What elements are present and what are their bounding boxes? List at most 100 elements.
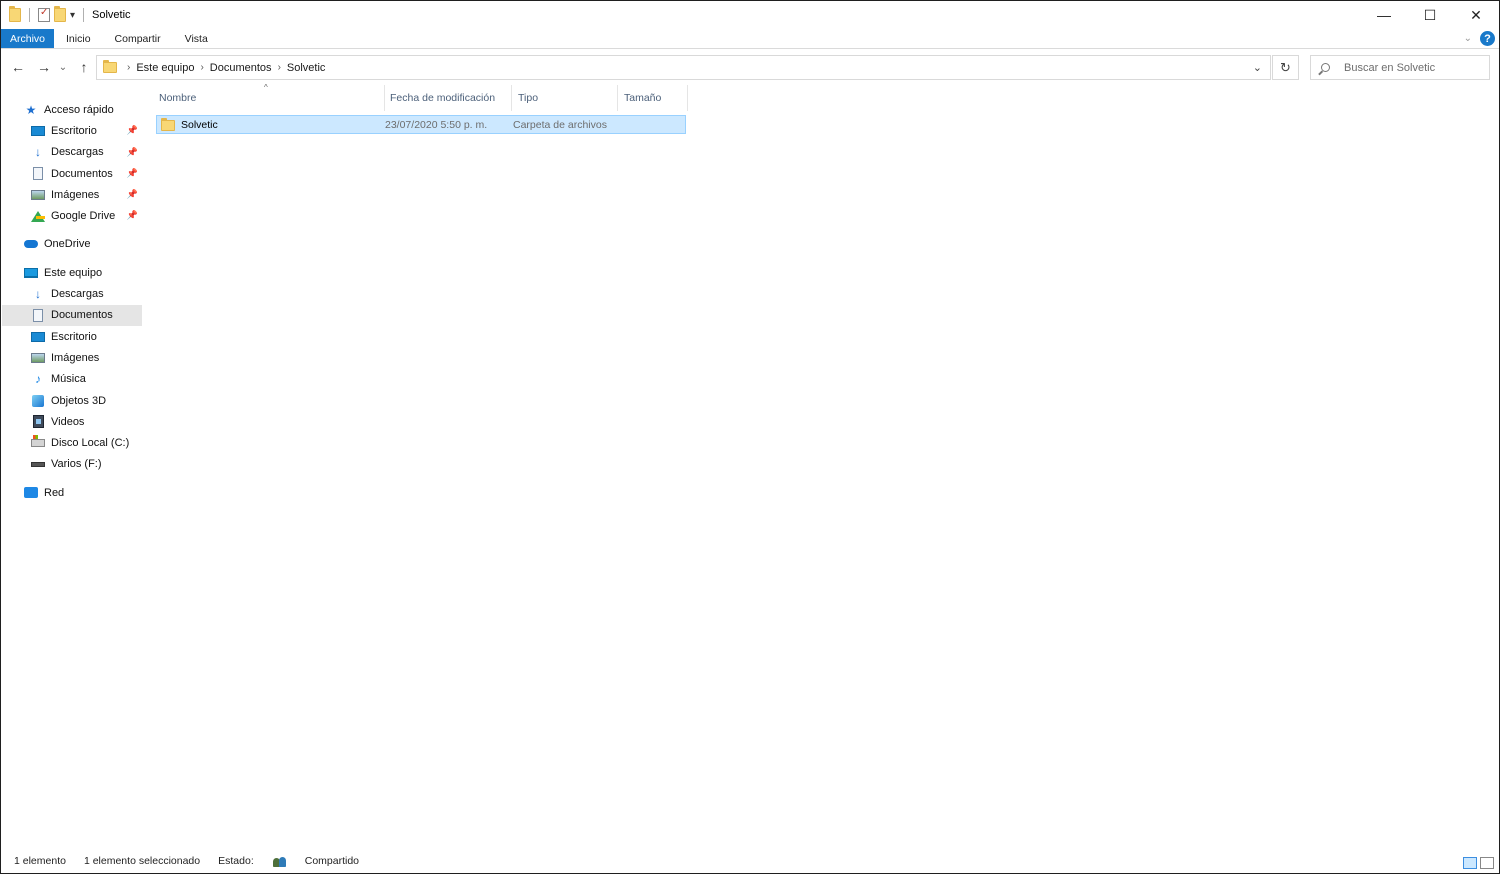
help-icon[interactable]: ? xyxy=(1480,31,1495,46)
pin-icon[interactable]: 📌 xyxy=(127,210,138,221)
recent-locations-button[interactable]: ⌄ xyxy=(56,57,70,77)
new-folder-icon[interactable] xyxy=(54,6,66,22)
pin-icon[interactable]: 📌 xyxy=(127,125,138,136)
quick-access-toolbar: ▾ xyxy=(1,6,88,22)
desktop-icon xyxy=(30,124,46,138)
pictures-icon xyxy=(30,188,46,202)
sidebar-item-acceso-rapido[interactable]: ★ Acceso rápido xyxy=(2,99,142,120)
breadcrumb-separator[interactable]: › xyxy=(278,62,281,73)
sidebar-item-label: Escritorio xyxy=(51,330,97,343)
state-value: Compartido xyxy=(304,855,360,867)
folder-icon xyxy=(103,60,117,73)
properties-icon[interactable] xyxy=(38,7,50,22)
maximize-button[interactable]: ☐ xyxy=(1407,1,1453,29)
sidebar-item-documentos-pc[interactable]: Documentos xyxy=(2,304,142,326)
music-icon: ♪ xyxy=(35,372,41,387)
sidebar-item-label: Documentos xyxy=(51,309,113,322)
downloads-icon: ↓ xyxy=(35,145,41,160)
pin-icon[interactable]: 📌 xyxy=(127,189,138,200)
sidebar-item-musica[interactable]: ♪ Música xyxy=(2,369,142,390)
google-drive-icon xyxy=(30,209,46,223)
sidebar-item-onedrive[interactable]: OneDrive xyxy=(2,234,142,255)
breadcrumb-separator[interactable]: › xyxy=(200,62,203,73)
pin-icon[interactable]: 📌 xyxy=(127,147,138,158)
state-label: Estado: xyxy=(218,855,254,867)
sidebar-item-imagenes-pc[interactable]: Imágenes xyxy=(2,347,142,368)
sidebar-item-label: Imágenes xyxy=(51,351,100,364)
window-title: Solvetic xyxy=(92,9,131,21)
shared-users-icon xyxy=(272,856,287,867)
ribbon-right-controls: ⌄ ? xyxy=(1464,31,1495,46)
title-bar: ▾ Solvetic — ☐ ✕ xyxy=(1,1,1499,29)
sidebar-item-descargas-pc[interactable]: ↓ Descargas xyxy=(2,283,142,304)
breadcrumb-este-equipo[interactable]: Este equipo xyxy=(136,62,194,74)
minimize-button[interactable]: — xyxy=(1361,1,1407,29)
drive-icon xyxy=(30,457,46,471)
sidebar-item-label: Videos xyxy=(51,415,85,428)
sidebar-item-red[interactable]: Red xyxy=(2,482,142,503)
tab-vista[interactable]: Vista xyxy=(173,29,220,48)
computer-icon xyxy=(23,266,39,280)
sidebar-item-objetos-3d[interactable]: Objetos 3D xyxy=(2,390,142,411)
close-button[interactable]: ✕ xyxy=(1453,1,1499,29)
column-header-fecha[interactable]: Fecha de modificación xyxy=(384,85,512,111)
column-header-nombre[interactable]: Nombre xyxy=(153,85,385,111)
expand-ribbon-icon[interactable]: ⌄ xyxy=(1464,33,1472,44)
sidebar-item-documentos[interactable]: Documentos 📌 xyxy=(2,163,142,184)
sidebar-item-label: Red xyxy=(44,486,65,499)
column-header-tamano[interactable]: Tamaño xyxy=(618,85,688,111)
search-icon xyxy=(1321,63,1330,72)
videos-icon xyxy=(30,415,46,429)
details-view-button[interactable] xyxy=(1463,857,1477,869)
sidebar-item-disco-local-c[interactable]: Disco Local (C:) xyxy=(2,432,142,453)
view-switcher xyxy=(1463,857,1494,869)
breadcrumb-documentos[interactable]: Documentos xyxy=(210,62,272,74)
breadcrumb-solvetic[interactable]: Solvetic xyxy=(287,62,326,74)
forward-button[interactable]: → xyxy=(34,57,54,77)
ribbon-tabs: Archivo Inicio Compartir Vista ⌄ ? xyxy=(1,29,1499,49)
search-placeholder[interactable]: Buscar en Solvetic xyxy=(1344,62,1435,74)
item-count: 1 elemento xyxy=(14,855,66,867)
sidebar-item-google-drive[interactable]: Google Drive 📌 xyxy=(2,205,142,226)
breadcrumb-separator[interactable]: › xyxy=(127,62,130,73)
tab-archivo[interactable]: Archivo xyxy=(1,29,55,48)
column-header-tipo[interactable]: Tipo xyxy=(512,85,618,111)
file-row-solvetic[interactable]: Solvetic 23/07/2020 5:50 p. m. Carpeta d… xyxy=(156,115,686,134)
tab-compartir[interactable]: Compartir xyxy=(103,29,173,48)
file-explorer-window: ▾ Solvetic — ☐ ✕ Archivo Inicio Comparti… xyxy=(0,0,1500,874)
search-box[interactable]: Buscar en Solvetic xyxy=(1310,55,1490,80)
sidebar-item-label: OneDrive xyxy=(44,238,91,251)
sidebar-item-videos[interactable]: Videos xyxy=(2,411,142,432)
up-button[interactable]: ↑ xyxy=(74,57,94,77)
sidebar-item-label: Música xyxy=(51,373,86,386)
sidebar-item-label: Escritorio xyxy=(51,124,97,137)
sharing-state: Estado: Compartido xyxy=(218,855,377,867)
customize-toolbar-dropdown[interactable]: ▾ xyxy=(70,10,75,21)
star-icon: ★ xyxy=(25,102,37,117)
column-headers: ^ Nombre Fecha de modificación Tipo Tama… xyxy=(151,83,1491,111)
sidebar-item-label: Documentos xyxy=(51,167,113,180)
cloud-icon xyxy=(23,237,39,251)
sidebar-item-imagenes[interactable]: Imágenes 📌 xyxy=(2,184,142,205)
back-button[interactable]: ← xyxy=(8,57,28,77)
address-bar[interactable]: › Este equipo › Documentos › Solvetic ⌄ xyxy=(96,55,1271,80)
sidebar-item-este-equipo[interactable]: Este equipo xyxy=(2,262,142,283)
large-icons-view-button[interactable] xyxy=(1480,857,1494,869)
sidebar-item-varios-f[interactable]: Varios (F:) xyxy=(2,454,142,475)
sidebar-item-label: Descargas xyxy=(51,288,104,301)
address-dropdown-icon[interactable]: ⌄ xyxy=(1253,61,1262,74)
refresh-button[interactable]: ↻ xyxy=(1272,55,1299,80)
sidebar-item-descargas[interactable]: ↓ Descargas 📌 xyxy=(2,142,142,163)
file-list: ^ Nombre Fecha de modificación Tipo Tama… xyxy=(151,83,1491,134)
sidebar-item-escritorio[interactable]: Escritorio 📌 xyxy=(2,120,142,141)
local-disk-icon xyxy=(30,435,46,450)
sidebar-item-escritorio-pc[interactable]: Escritorio xyxy=(2,326,142,347)
pin-icon[interactable]: 📌 xyxy=(127,168,138,179)
sidebar-item-label: Varios (F:) xyxy=(51,458,102,471)
sidebar-item-label: Imágenes xyxy=(51,188,100,201)
tab-inicio[interactable]: Inicio xyxy=(54,29,103,48)
3d-objects-icon xyxy=(30,394,46,408)
file-modified: 23/07/2020 5:50 p. m. xyxy=(385,118,488,131)
file-type: Carpeta de archivos xyxy=(513,118,607,131)
folder-icon xyxy=(161,118,175,131)
